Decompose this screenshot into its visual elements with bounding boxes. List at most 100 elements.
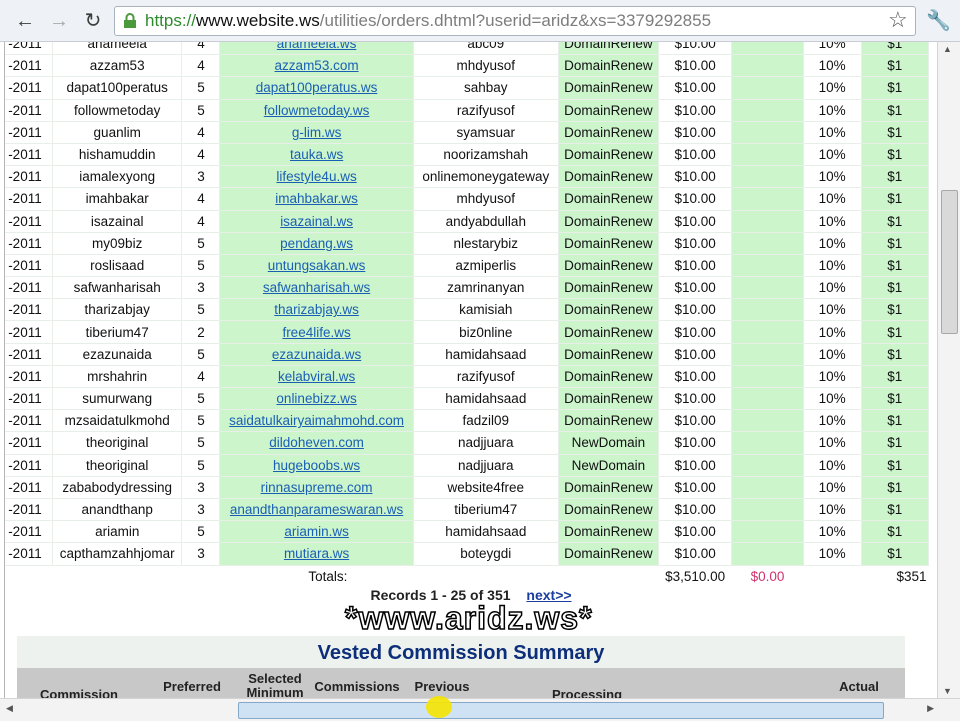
order-domain-cell: pendang.ws: [219, 231, 414, 255]
order-price: $10.00: [657, 342, 733, 366]
summary-header-row: Commission Preferred Selected Minimum Co…: [17, 668, 905, 698]
order-commission: $1: [860, 165, 930, 189]
order-domain-link[interactable]: followmetoday.ws: [264, 103, 370, 118]
order-user: anandthanp: [51, 497, 183, 522]
table-row: -2011 followmetoday 5 followmetoday.ws razif…: [5, 98, 930, 122]
order-years: 4: [181, 120, 221, 144]
order-date: -2011: [5, 98, 53, 122]
order-commission: $1: [860, 520, 930, 544]
order-user: guanlim: [51, 120, 183, 144]
order-years: 3: [181, 165, 221, 189]
order-date: -2011: [5, 209, 53, 233]
order-domain-cell: safwanharisah.ws: [219, 276, 414, 300]
order-price: $10.00: [657, 98, 733, 122]
order-domain-link[interactable]: dapat100peratus.ws: [256, 80, 378, 95]
order-domain-cell: mutiara.ws: [219, 542, 414, 566]
table-row: -2011 safwanharisah 3 safwanharisah.ws zamri…: [5, 276, 930, 300]
order-domain-cell: hugeboobs.ws: [219, 453, 414, 477]
order-domain-link[interactable]: tauka.ws: [290, 147, 343, 162]
order-date: -2011: [5, 276, 53, 300]
order-referrer: hamidahsaad: [412, 386, 559, 411]
order-percent: 10%: [802, 276, 862, 300]
order-years: 5: [181, 76, 221, 100]
order-referrer: nadjjuara: [412, 431, 559, 455]
order-commission: $1: [860, 120, 930, 144]
order-referrer: sahbay: [412, 76, 559, 100]
order-commission: $1: [860, 342, 930, 366]
scroll-right-arrow-icon[interactable]: ▶: [927, 703, 934, 714]
order-referrer: andyabdullah: [412, 209, 559, 233]
order-price: $10.00: [657, 231, 733, 255]
vertical-scrollbar[interactable]: ▲ ▼: [937, 42, 960, 698]
horizontal-scrollbar[interactable]: ◀ ▶: [0, 698, 960, 721]
order-blank: [731, 364, 804, 389]
order-domain-link[interactable]: untungsakan.ws: [268, 258, 366, 273]
orders-table: -2011 anameela 4 anameela.ws abc09 DomainRene…: [5, 42, 930, 587]
order-domain-link[interactable]: tharizabjay.ws: [274, 302, 359, 317]
url-host: www.website.ws: [196, 11, 320, 30]
scroll-down-arrow-icon[interactable]: ▼: [943, 686, 952, 696]
order-years: 3: [181, 475, 221, 499]
order-commission: $1: [860, 209, 930, 233]
order-referrer: tiberium47: [412, 497, 559, 522]
order-price: $10.00: [657, 364, 733, 389]
wrench-icon[interactable]: 🔧: [926, 8, 951, 34]
url-path: /utilities/orders.dhtml?userid=aridz&xs=…: [319, 11, 712, 30]
order-domain-link[interactable]: ezazunaida.ws: [272, 347, 361, 362]
order-domain-link[interactable]: saidatulkairyaimahmohd.com: [229, 413, 404, 428]
horizontal-scroll-thumb[interactable]: [238, 702, 884, 719]
scroll-left-arrow-icon[interactable]: ◀: [6, 703, 13, 714]
order-blank: [731, 431, 804, 455]
order-domain-link[interactable]: imahbakar.ws: [275, 191, 358, 206]
order-commission: $1: [860, 453, 930, 477]
vertical-scroll-thumb[interactable]: [941, 190, 958, 334]
table-row: -2011 zababodydressing 3 rinnasupreme.com we…: [5, 475, 930, 499]
order-domain-link[interactable]: onlinebizz.ws: [276, 391, 356, 406]
order-blank: [731, 165, 804, 189]
order-price: $10.00: [657, 276, 733, 300]
order-commission: $1: [860, 253, 930, 278]
order-years: 5: [181, 409, 221, 433]
order-commission: $1: [860, 76, 930, 100]
order-domain-link[interactable]: rinnasupreme.com: [261, 480, 373, 495]
order-user: isazainal: [51, 209, 183, 233]
order-domain-link[interactable]: hugeboobs.ws: [273, 458, 360, 473]
order-domain-link[interactable]: safwanharisah.ws: [263, 280, 370, 295]
star-icon[interactable]: ☆: [888, 7, 908, 33]
order-domain-link[interactable]: mutiara.ws: [284, 546, 349, 561]
order-domain-link[interactable]: isazainal.ws: [280, 214, 353, 229]
order-referrer: hamidahsaad: [412, 520, 559, 544]
order-blank: [731, 76, 804, 100]
order-domain-link[interactable]: g-lim.ws: [292, 125, 342, 140]
order-blank: [731, 42, 804, 56]
order-domain-cell: lifestyle4u.ws: [219, 165, 414, 189]
order-years: 5: [181, 386, 221, 411]
order-domain-link[interactable]: azzam53.com: [275, 58, 359, 73]
order-domain-link[interactable]: pendang.ws: [280, 236, 353, 251]
order-price: $10.00: [657, 209, 733, 233]
order-blank: [731, 54, 804, 78]
order-domain-cell: onlinebizz.ws: [219, 386, 414, 411]
scroll-up-arrow-icon[interactable]: ▲: [943, 44, 952, 54]
forward-arrow-icon[interactable]: →: [46, 8, 72, 34]
order-domain-link[interactable]: anandthanparameswaran.ws: [230, 502, 403, 517]
reload-icon[interactable]: ↻: [80, 8, 106, 34]
back-arrow-icon[interactable]: ←: [12, 8, 38, 34]
order-domain-link[interactable]: anameela.ws: [277, 42, 357, 51]
order-type: DomainRenew: [557, 54, 659, 78]
order-referrer: biz0nline: [412, 320, 559, 344]
order-domain-link[interactable]: lifestyle4u.ws: [276, 169, 356, 184]
table-row: -2011 anandthanp 3 anandthanparameswaran.ws…: [5, 497, 930, 522]
order-date: -2011: [5, 54, 53, 78]
order-domain-link[interactable]: free4life.ws: [282, 325, 350, 340]
order-years: 3: [181, 497, 221, 522]
order-commission: $1: [860, 98, 930, 122]
address-bar[interactable]: https://www.website.ws/utilities/orders.…: [114, 6, 916, 36]
order-date: -2011: [5, 386, 53, 411]
order-referrer: abc09: [412, 42, 559, 56]
order-percent: 10%: [802, 542, 862, 566]
order-blank: [731, 276, 804, 300]
order-domain-link[interactable]: dildoheven.com: [269, 435, 364, 450]
order-domain-link[interactable]: kelabviral.ws: [278, 369, 355, 384]
order-domain-link[interactable]: ariamin.ws: [284, 524, 349, 539]
